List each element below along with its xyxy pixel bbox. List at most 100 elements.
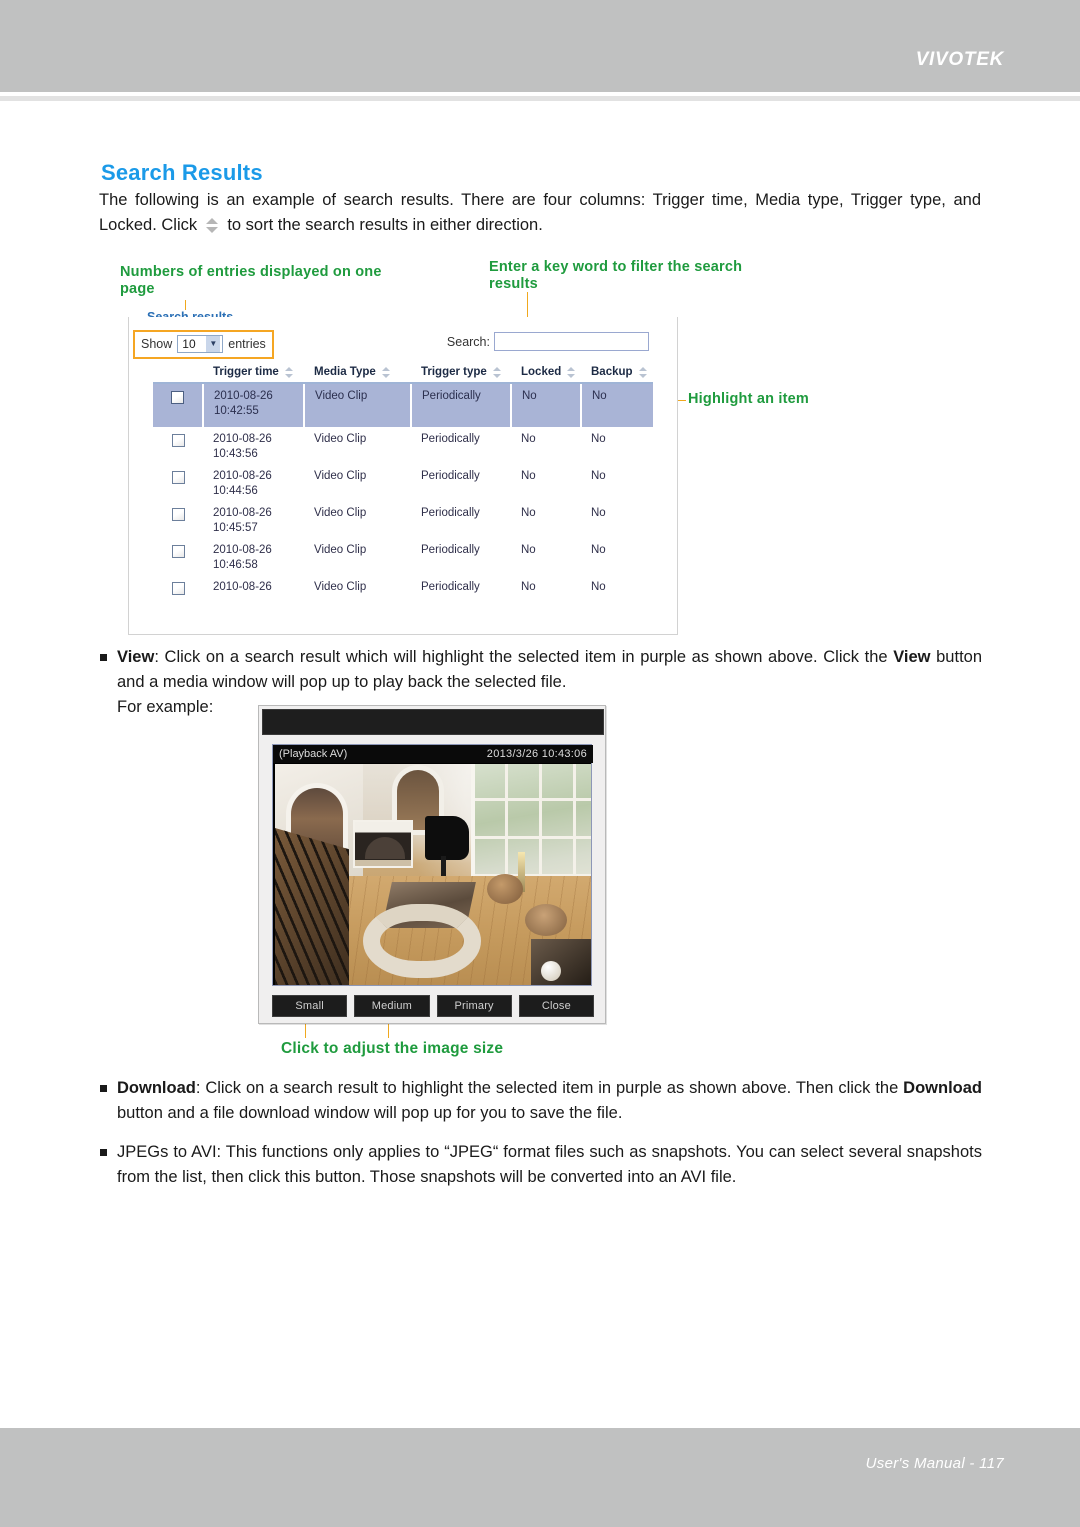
cell-locked: No — [521, 433, 536, 445]
bullet-download: Download: Click on a search result to hi… — [100, 1076, 982, 1126]
row-checkbox[interactable] — [171, 582, 185, 595]
table-toolbar: Show 10 ▼ entries Search: — [129, 330, 677, 359]
table-row[interactable]: 2010-08-26 Video Clip Periodically No No — [153, 575, 653, 599]
media-player-window: (Playback AV) 2013/3/26 10:43:06 Small M… — [258, 705, 606, 1024]
intro-paragraph: The following is an example of search re… — [99, 188, 981, 238]
cell-media-type: Video Clip — [314, 433, 367, 445]
player-titlebar — [262, 709, 604, 735]
table-row[interactable]: 2010-08-26 10:42:55 Video Clip Periodically… — [153, 383, 653, 427]
intro-text-after: to sort the search results in either dir… — [227, 216, 543, 234]
page-title: Search Results — [101, 160, 263, 185]
cell-trigger-time: 10:42:55 — [214, 405, 259, 417]
player-button-row: Small Medium Primary Close — [272, 995, 594, 1017]
search-label: Search: — [446, 334, 490, 349]
row-checkbox[interactable] — [171, 391, 184, 404]
cell-locked: No — [521, 544, 536, 556]
cell-trigger-date: 2010-08-26 — [213, 544, 272, 556]
show-label: Show — [141, 337, 173, 351]
column-label-backup: Backup — [591, 366, 633, 378]
close-button[interactable]: Close — [518, 995, 594, 1017]
cell-backup: No — [591, 433, 606, 445]
cell-trigger-datetime: 2010-08-26 10:42:55 — [203, 383, 305, 427]
cell-trigger-datetime: 2010-08-26 — [203, 575, 304, 599]
cell-media-type: Video Clip — [314, 581, 367, 593]
bullet-download-text: Download: Click on a search result to hi… — [117, 1079, 982, 1122]
column-label-media-type: Media Type — [314, 366, 376, 378]
callout-entries-per-page: Numbers of entries displayed on one page — [120, 264, 382, 297]
table-row[interactable]: 2010-08-26 10:46:58 Video Clip Periodically… — [153, 538, 653, 575]
cell-trigger-type: Periodically — [421, 507, 480, 519]
sort-arrows-icon — [284, 366, 294, 378]
cell-trigger-time: 10:43:56 — [213, 448, 258, 460]
cell-backup: No — [581, 383, 653, 427]
cell-media-type: Video Clip — [314, 470, 367, 482]
cell-trigger-date: 2010-08-26 — [213, 470, 272, 482]
cell-trigger-type: Periodically — [421, 433, 480, 445]
cell-trigger-datetime: 2010-08-26 10:45:57 — [203, 501, 304, 538]
primary-button[interactable]: Primary — [436, 995, 512, 1017]
cell-trigger-date: 2010-08-26 — [213, 581, 272, 593]
row-checkbox-cell[interactable] — [153, 575, 203, 599]
row-checkbox[interactable] — [171, 434, 185, 447]
cell-locked: No — [521, 470, 536, 482]
page-header: VIVOTEK — [0, 0, 1080, 92]
cell-backup: No — [591, 470, 606, 482]
column-header-locked[interactable]: Locked — [511, 363, 581, 384]
search-results-panel: Show 10 ▼ entries Search: Trigger time M… — [128, 317, 678, 635]
column-label-trigger-type: Trigger type — [421, 366, 487, 378]
small-button[interactable]: Small — [272, 995, 348, 1017]
cell-trigger-type: Periodically — [421, 581, 480, 593]
column-header-media-type[interactable]: Media Type — [304, 363, 411, 384]
row-checkbox-cell[interactable] — [153, 464, 203, 501]
row-checkbox-cell[interactable] — [153, 383, 204, 427]
table-row[interactable]: 2010-08-26 10:43:56 Video Clip Periodically… — [153, 427, 653, 464]
row-checkbox-cell[interactable] — [153, 427, 203, 464]
table-row[interactable]: 2010-08-26 10:44:56 Video Clip Periodically… — [153, 464, 653, 501]
cell-trigger-time: 10:44:56 — [213, 485, 258, 497]
sort-arrows-icon — [205, 218, 219, 233]
row-checkbox[interactable] — [171, 508, 185, 521]
cell-trigger-date: 2010-08-26 — [213, 507, 272, 519]
row-checkbox-cell[interactable] — [153, 501, 203, 538]
cell-locked: No — [521, 507, 536, 519]
chevron-down-icon: ▼ — [206, 336, 221, 352]
video-display-area[interactable]: (Playback AV) 2013/3/26 10:43:06 — [272, 744, 593, 986]
row-checkbox[interactable] — [171, 471, 185, 484]
bullet-square-icon — [100, 1085, 107, 1092]
cell-locked: No — [521, 581, 536, 593]
cell-locked: No — [511, 383, 582, 427]
column-header-trigger-time[interactable]: Trigger time — [203, 363, 304, 384]
cell-backup: No — [591, 544, 606, 556]
table-body: 2010-08-26 10:42:55 Video Clip Periodically… — [153, 383, 653, 599]
cell-trigger-datetime: 2010-08-26 10:43:56 — [203, 427, 304, 464]
search-input[interactable] — [494, 332, 649, 351]
cell-trigger-type: Periodically — [421, 470, 480, 482]
header-divider — [0, 96, 1080, 101]
column-header-trigger-type[interactable]: Trigger type — [411, 363, 511, 384]
bullet-jpegs-text: JPEGs to AVI: This functions only applie… — [117, 1143, 982, 1186]
cell-trigger-datetime: 2010-08-26 10:46:58 — [203, 538, 304, 575]
cell-media-type: Video Clip — [304, 383, 412, 427]
bullet-square-icon — [100, 654, 107, 661]
cell-trigger-time: 10:45:57 — [213, 522, 258, 534]
table-header-row: Trigger time Media Type Trigger type Loc… — [153, 363, 653, 384]
video-frame-livingroom — [275, 764, 591, 985]
cell-trigger-datetime: 2010-08-26 10:44:56 — [203, 464, 304, 501]
table-row[interactable]: 2010-08-26 10:45:57 Video Clip Periodically… — [153, 501, 653, 538]
medium-button[interactable]: Medium — [354, 995, 430, 1017]
cell-trigger-type: Periodically — [421, 544, 480, 556]
callout-highlight-item: Highlight an item — [688, 391, 810, 407]
sort-arrows-icon — [567, 366, 576, 378]
sort-arrows-icon — [638, 366, 648, 378]
brand-logo: VIVOTEK — [915, 49, 1004, 70]
callout-image-size: Click to adjust the image size — [281, 1040, 504, 1057]
column-header-backup[interactable]: Backup — [581, 363, 653, 384]
sort-arrows-icon — [381, 366, 391, 378]
cell-media-type: Video Clip — [314, 507, 367, 519]
search-results-table: Trigger time Media Type Trigger type Loc… — [153, 363, 653, 599]
cell-trigger-date: 2010-08-26 — [214, 390, 273, 402]
row-checkbox-cell[interactable] — [153, 538, 203, 575]
callout-search-filter: Enter a key word to filter the search re… — [489, 259, 743, 292]
row-checkbox[interactable] — [171, 545, 185, 558]
entries-per-page-select[interactable]: 10 ▼ — [177, 335, 224, 353]
